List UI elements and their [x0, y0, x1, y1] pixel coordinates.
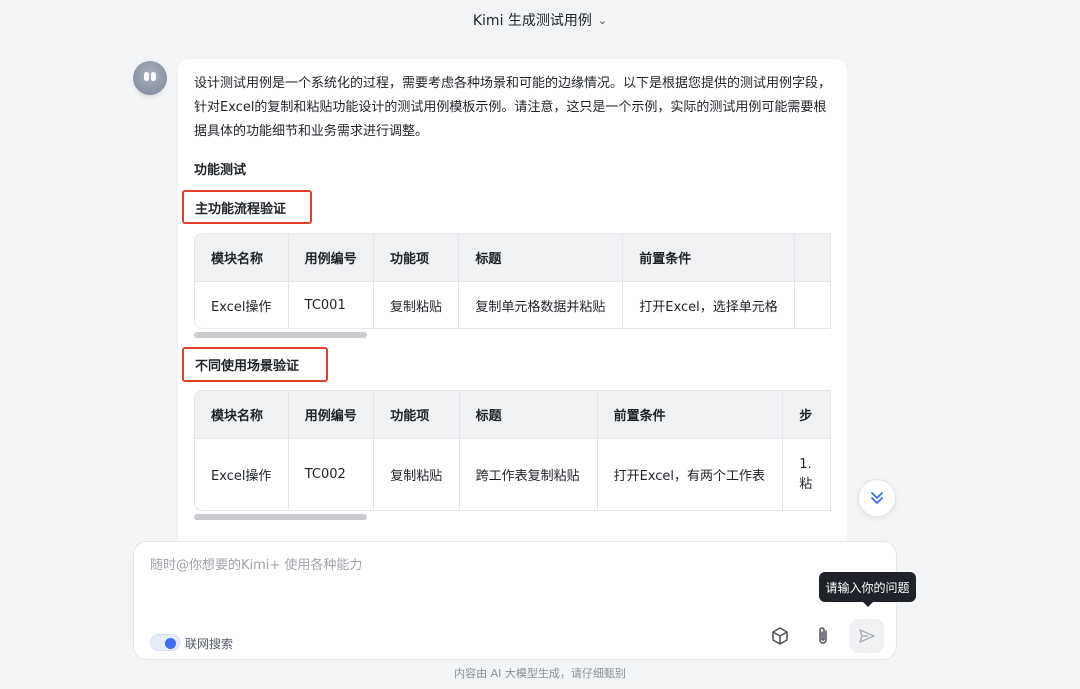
- table-row: Excel操作 TC002 复制粘贴 跨工作表复制粘贴 打开Excel，有两个工…: [195, 438, 831, 510]
- col-header: 功能项: [373, 391, 460, 439]
- web-search-label: 联网搜索: [185, 637, 234, 651]
- chevron-down-icon[interactable]: ⌄: [598, 14, 607, 27]
- conversation-title: Kimi 生成测试用例: [472, 13, 592, 29]
- table1-container[interactable]: 模块名称 用例编号 功能项 标题 前置条件 Excel操作 TC001 复制粘贴…: [194, 233, 831, 329]
- assistant-message: 设计测试用例是一个系统化的过程，需要考虑各种场景和可能的边缘情况。以下是根据您提…: [178, 59, 847, 549]
- cube-icon: [772, 627, 788, 645]
- test-case-table-2: 模块名称 用例编号 功能项 标题 前置条件 步 Excel操作 TC002 复制…: [195, 391, 831, 510]
- table-cell: TC001: [288, 281, 375, 328]
- col-header: 前置条件: [597, 391, 784, 439]
- col-header: [794, 234, 831, 282]
- col-header: 用例编号: [288, 234, 375, 282]
- scroll-to-bottom-button[interactable]: [858, 479, 896, 517]
- intro-paragraph: 设计测试用例是一个系统化的过程，需要考虑各种场景和可能的边缘情况。以下是根据您提…: [194, 76, 832, 139]
- table-cell: Excel操作: [195, 281, 289, 328]
- table-cell: [794, 281, 831, 328]
- col-header: 步: [782, 391, 831, 439]
- table-cell: TC002: [288, 438, 375, 510]
- col-header: 模块名称: [195, 234, 289, 282]
- table-header-row: 模块名称 用例编号 功能项 标题 前置条件: [195, 234, 831, 282]
- col-header: 标题: [458, 234, 624, 282]
- col-header: 功能项: [373, 234, 460, 282]
- table2-scrollbar[interactable]: [194, 514, 367, 520]
- ai-disclaimer: 内容由 AI 大模型生成，请仔细甄别: [454, 667, 626, 680]
- avatar-eye-left: [144, 72, 149, 81]
- table2-heading: 不同使用场景验证: [182, 347, 328, 382]
- table-cell: 复制粘贴: [373, 438, 460, 510]
- toggle-knob: [165, 638, 176, 649]
- send-tooltip: 请输入你的问题: [819, 572, 916, 607]
- table-cell: 复制单元格数据并粘贴: [458, 281, 624, 328]
- table-row: Excel操作 TC001 复制粘贴 复制单元格数据并粘贴 打开Excel，选择…: [195, 281, 831, 328]
- attach-file-button[interactable]: [806, 619, 840, 653]
- paperclip-icon: [819, 627, 827, 644]
- kimi-plus-button[interactable]: [763, 619, 797, 653]
- table2-heading-text: 不同使用场景验证: [195, 359, 300, 374]
- chat-input[interactable]: [150, 558, 750, 573]
- col-header: 前置条件: [622, 234, 796, 282]
- avatar-eye-right: [151, 72, 156, 81]
- col-header: 标题: [459, 391, 598, 439]
- table-cell: 1. 粘: [782, 438, 831, 510]
- table-cell: Excel操作: [195, 438, 289, 510]
- kimi-avatar: [133, 61, 167, 95]
- col-header: 用例编号: [288, 391, 375, 439]
- section-title: 功能测试: [194, 163, 247, 178]
- table-header-row: 模块名称 用例编号 功能项 标题 前置条件 步: [195, 391, 831, 439]
- send-icon: [859, 629, 875, 643]
- table2-container[interactable]: 模块名称 用例编号 功能项 标题 前置条件 步 Excel操作 TC002 复制…: [194, 390, 831, 511]
- table-cell: 打开Excel，选择单元格: [622, 281, 796, 328]
- double-chevron-down-icon: [871, 492, 883, 504]
- table1-scrollbar[interactable]: [194, 332, 367, 338]
- table-cell: 跨工作表复制粘贴: [459, 438, 598, 510]
- conversation-title-bar[interactable]: Kimi 生成测试用例 ⌄: [0, 0, 1080, 40]
- message-composer: 联网搜索: [133, 541, 897, 660]
- test-case-table-1: 模块名称 用例编号 功能项 标题 前置条件 Excel操作 TC001 复制粘贴…: [195, 234, 831, 328]
- col-header: 模块名称: [195, 391, 289, 439]
- table-cell: 复制粘贴: [373, 281, 460, 328]
- table1-heading-text: 主功能流程验证: [195, 201, 287, 217]
- table-cell: 打开Excel，有两个工作表: [597, 438, 784, 510]
- web-search-toggle[interactable]: [150, 634, 180, 651]
- send-button[interactable]: [850, 619, 884, 653]
- table1-heading: 主功能流程验证: [182, 190, 312, 224]
